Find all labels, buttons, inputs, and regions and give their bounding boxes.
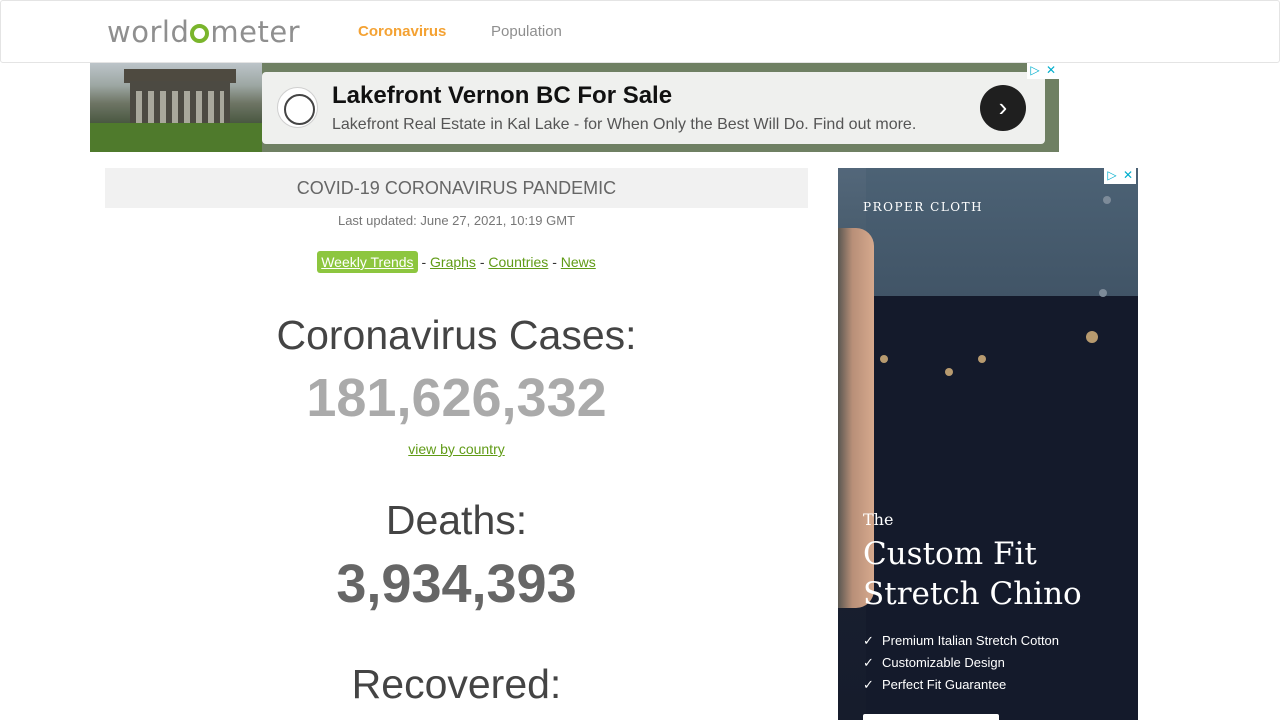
rivet-icon <box>945 368 953 376</box>
ad-choices[interactable]: ▷ ✕ <box>1104 168 1136 184</box>
sidebar-ad[interactable]: PROPER CLOTH The Custom Fit Stretch Chin… <box>838 168 1138 720</box>
ad-lakefront-photo <box>90 63 262 152</box>
ad-feature: ✓ Perfect Fit Guarantee <box>863 674 1059 696</box>
adchoices-icon[interactable]: ▷ <box>1027 63 1043 79</box>
worldometer-logo[interactable]: world meter <box>107 15 300 49</box>
nav-population[interactable]: Population <box>491 23 562 40</box>
section-title: COVID-19 CORONAVIRUS PANDEMIC <box>105 168 808 208</box>
ad-trees <box>90 123 262 152</box>
ad-subtitle[interactable]: Lakefront Real Estate in Kal Lake - for … <box>332 116 916 134</box>
ad-title[interactable]: Lakefront Vernon BC For Sale <box>332 82 672 110</box>
ad-brand: PROPER CLOTH <box>863 200 984 214</box>
ad-headline-line1: Custom Fit <box>863 536 1037 572</box>
globe-icon <box>190 24 210 43</box>
button-icon <box>1086 331 1098 343</box>
weekly-trends-pill[interactable]: Weekly Trends <box>317 251 418 273</box>
view-by-country-link[interactable]: view by country <box>408 441 504 457</box>
ad-headline-prefix: The <box>863 510 894 529</box>
cases-label: Coronavirus Cases: <box>276 312 637 358</box>
graphs-link[interactable]: Graphs <box>430 254 476 270</box>
logo-text-end: meter <box>210 15 301 49</box>
shirt-button-icon <box>1099 289 1107 297</box>
close-icon[interactable]: ✕ <box>1043 63 1059 79</box>
ad-feature-list: ✓ Premium Italian Stretch Cotton ✓ Customi… <box>863 630 1059 696</box>
weekly-trends-link[interactable]: Weekly Trends <box>321 254 413 270</box>
ad-headline: Custom Fit Stretch Chino <box>863 534 1133 614</box>
rivet-icon <box>880 355 888 363</box>
realty-seal-icon <box>277 87 318 128</box>
check-icon: ✓ <box>863 677 874 692</box>
adchoices-icon[interactable]: ▷ <box>1104 168 1120 184</box>
rivet-icon <box>978 355 986 363</box>
shirt-button-icon <box>1103 196 1111 204</box>
ad-feature: ✓ Premium Italian Stretch Cotton <box>863 630 1059 652</box>
quick-links: Weekly Trends - Graphs - Countries - New… <box>105 251 808 273</box>
deaths-count: 3,934,393 <box>336 554 577 614</box>
ad-feature-text: Premium Italian Stretch Cotton <box>882 633 1060 648</box>
logo-text-start: w <box>107 15 132 49</box>
ad-arrow-button[interactable]: › <box>980 85 1026 131</box>
nav-coronavirus[interactable]: Coronavirus <box>358 23 446 40</box>
ad-cta-button[interactable] <box>863 714 999 720</box>
ad-feature: ✓ Customizable Design <box>863 652 1059 674</box>
news-link[interactable]: News <box>561 254 596 270</box>
check-icon: ✓ <box>863 633 874 648</box>
countries-link[interactable]: Countries <box>488 254 548 270</box>
view-by-country: view by country <box>105 441 808 457</box>
recovered-label: Recovered: <box>351 661 562 707</box>
ad-feature-text: Customizable Design <box>882 655 1005 670</box>
top-navbar: world meter Coronavirus Population <box>0 0 1280 63</box>
ad-card[interactable]: Lakefront Vernon BC For Sale Lakefront R… <box>262 72 1045 144</box>
last-updated: Last updated: June 27, 2021, 10:19 GMT <box>337 213 576 228</box>
cases-count: 181,626,332 <box>306 368 607 428</box>
close-icon[interactable]: ✕ <box>1120 168 1136 184</box>
ad-headline-line2: Stretch Chino <box>863 576 1082 612</box>
logo-text-mid: orld <box>131 15 190 49</box>
check-icon: ✓ <box>863 655 874 670</box>
ad-choices[interactable]: ▷ ✕ <box>1027 63 1059 79</box>
link-separator: - <box>552 254 557 270</box>
link-separator: - <box>479 254 485 270</box>
ad-feature-text: Perfect Fit Guarantee <box>882 677 1007 692</box>
deaths-label: Deaths: <box>385 497 528 543</box>
top-banner-ad[interactable]: Lakefront Vernon BC For Sale Lakefront R… <box>90 63 1059 152</box>
link-separator: - <box>421 254 427 270</box>
